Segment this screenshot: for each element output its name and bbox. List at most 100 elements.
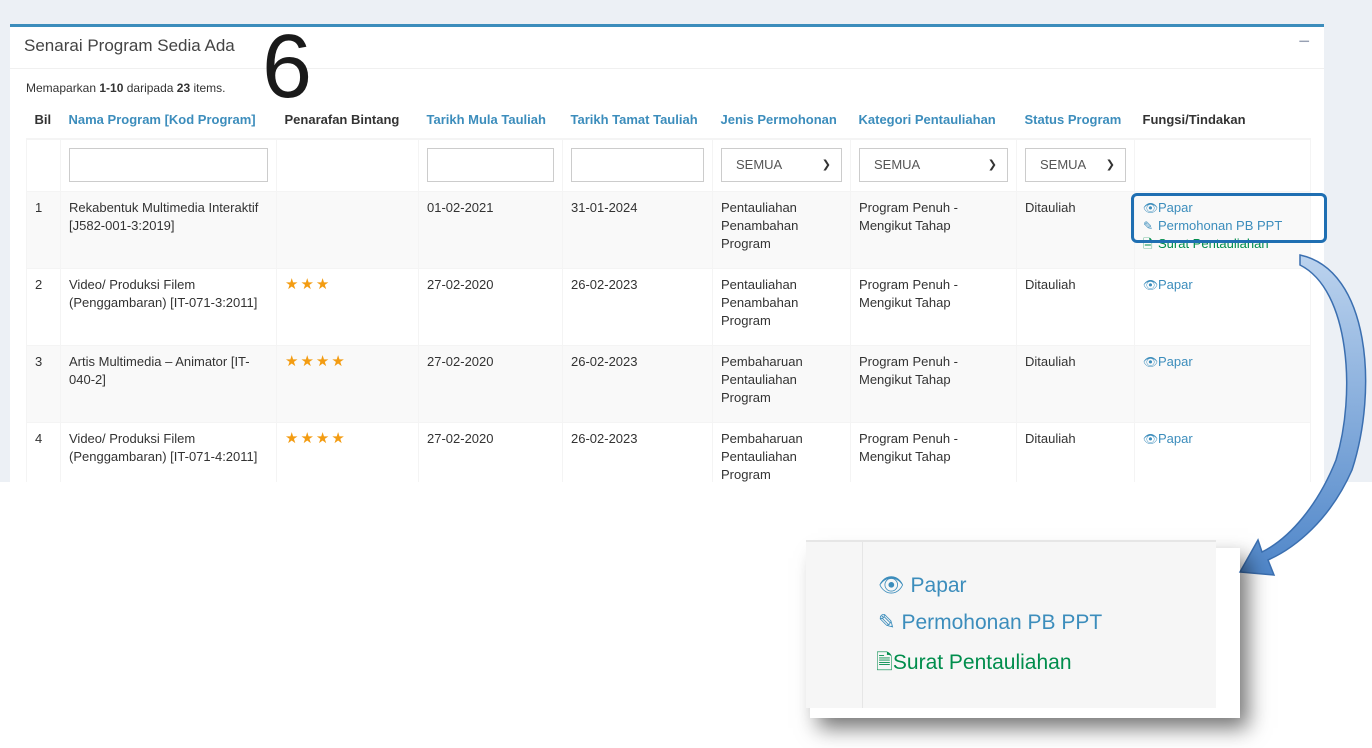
cell-mula: 01-02-2021 <box>418 190 563 269</box>
cell-nama: Video/ Produksi Filem (Penggambaran) [IT… <box>60 421 277 482</box>
cell-status: Ditauliah <box>1016 190 1135 269</box>
header-bil: Bil <box>26 101 61 140</box>
cell-bil: 2 <box>26 267 61 346</box>
filter-kategori-value: SEMUA <box>874 157 921 173</box>
panel-title: Senarai Program Sedia Ada <box>24 36 235 55</box>
cell-kategori: Program Penuh - Mengikut Tahap <box>850 344 1017 423</box>
filter-status-select[interactable]: SEMUA ❯ <box>1025 148 1126 183</box>
star-icon: ★ <box>300 275 316 293</box>
star-rating: ★★★ <box>285 276 331 293</box>
papar-link[interactable]: 👁Papar <box>1143 430 1302 448</box>
star-icon: ★ <box>285 275 301 293</box>
papar-link[interactable]: 👁Papar <box>1143 353 1302 371</box>
cell-tamat: 31-01-2024 <box>562 190 713 269</box>
cell-tamat: 26-02-2023 <box>562 421 713 482</box>
header-nama-program[interactable]: Nama Program [Kod Program] <box>60 101 277 140</box>
collapse-button[interactable]: − <box>1298 31 1310 54</box>
star-rating: ★★★★ <box>285 430 347 447</box>
header-fungsi: Fungsi/Tindakan <box>1134 101 1311 140</box>
pencil-icon: ✎ <box>878 611 896 634</box>
chevron-down-icon: ❯ <box>821 159 831 172</box>
cell-kategori: Program Penuh - Mengikut Tahap <box>850 421 1017 482</box>
summary-suffix: items. <box>190 81 226 95</box>
zoom-papar-link[interactable]: 👁 Papar <box>878 574 967 598</box>
cell-jenis: Pentauliahan Penambahan Program <box>712 267 851 346</box>
cell-mula: 27-02-2020 <box>418 344 563 423</box>
cell-jenis: Pembaharuan Pentauliahan Program <box>712 344 851 423</box>
zoom-surat-link[interactable]: 🗎Surat Pentauliahan <box>876 648 1072 683</box>
header-jenis-permohonan[interactable]: Jenis Permohonan <box>712 101 851 140</box>
filter-cell: SEMUA ❯ <box>712 138 851 192</box>
filter-nama-input[interactable] <box>69 148 268 183</box>
cell-stars: ★★★ <box>276 267 419 346</box>
zoom-column-divider <box>862 542 863 708</box>
cell-jenis: Pentauliahan Penambahan Program <box>712 190 851 269</box>
header-status[interactable]: Status Program <box>1016 101 1135 140</box>
cell-mula: 27-02-2020 <box>418 421 563 482</box>
zoomed-actions-callout: 👁 Papar ✎ Permohonan PB PPT 🗎Surat Penta… <box>806 540 1216 708</box>
filter-kategori-select[interactable]: SEMUA ❯ <box>859 148 1008 183</box>
eye-icon: 👁 <box>1143 354 1159 369</box>
table-row: 2 Video/ Produksi Filem (Penggambaran) [… <box>26 267 1311 346</box>
star-icon: ★ <box>331 429 347 447</box>
step-number-annotation: 6 <box>262 17 313 117</box>
page-background-right <box>1324 0 1372 482</box>
cell-nama: Rekabentuk Multimedia Interaktif [J582-0… <box>60 190 277 269</box>
cell-bil: 1 <box>26 190 61 269</box>
papar-label: Papar <box>1158 430 1193 446</box>
page-background-top <box>0 0 1372 24</box>
star-icon: ★ <box>315 352 332 370</box>
filter-cell <box>418 138 563 192</box>
cell-bil: 3 <box>26 344 61 423</box>
table-row: 1 Rekabentuk Multimedia Interaktif [J582… <box>26 190 1311 269</box>
panel-header: Senarai Program Sedia Ada − <box>10 27 1324 69</box>
filter-cell-empty <box>1134 138 1311 192</box>
papar-link[interactable]: 👁Papar <box>1143 276 1302 294</box>
header-tarikh-tamat[interactable]: Tarikh Tamat Tauliah <box>562 101 713 140</box>
table-header-row: Bil Nama Program [Kod Program] Penarafan… <box>26 101 1311 140</box>
cell-status: Ditauliah <box>1016 267 1135 346</box>
filter-status-value: SEMUA <box>1040 157 1087 173</box>
star-icon: ★ <box>315 275 332 293</box>
cell-status: Ditauliah <box>1016 421 1135 482</box>
filter-cell <box>562 138 713 192</box>
program-list-panel: Senarai Program Sedia Ada − Memaparkan 1… <box>10 24 1324 482</box>
program-table: Bil Nama Program [Kod Program] Penarafan… <box>26 101 1311 482</box>
document-icon: 🗎 <box>876 651 893 674</box>
filter-cell: SEMUA ❯ <box>1016 138 1135 192</box>
pagination-summary: Memaparkan 1-10 daripada 23 items. <box>26 81 225 95</box>
cell-stars <box>276 190 419 269</box>
filter-tarikh-tamat-input[interactable] <box>571 148 704 183</box>
cell-kategori: Program Penuh - Mengikut Tahap <box>850 267 1017 346</box>
summary-total: 23 <box>176 81 191 95</box>
zoom-permohonan-link[interactable]: ✎ Permohonan PB PPT <box>878 610 1102 635</box>
cell-actions: 👁Papar <box>1134 344 1311 423</box>
cell-bil: 4 <box>26 421 61 482</box>
eye-icon: 👁 <box>1143 277 1159 292</box>
cell-actions: 👁Papar <box>1134 421 1311 482</box>
filter-jenis-select[interactable]: SEMUA ❯ <box>721 148 842 183</box>
star-icon: ★ <box>300 429 316 447</box>
filter-cell-empty <box>276 138 419 192</box>
summary-range: 1-10 <box>99 81 124 95</box>
cell-nama: Artis Multimedia – Animator [IT-040-2] <box>60 344 277 423</box>
star-icon: ★ <box>331 352 347 370</box>
filter-cell: SEMUA ❯ <box>850 138 1017 192</box>
star-rating: ★★★★ <box>285 353 347 370</box>
cell-stars: ★★★★ <box>276 344 419 423</box>
header-kategori[interactable]: Kategori Pentauliahan <box>850 101 1017 140</box>
filter-cell-empty <box>26 138 61 192</box>
cell-stars: ★★★★ <box>276 421 419 482</box>
cell-tamat: 26-02-2023 <box>562 344 713 423</box>
filter-cell <box>60 138 277 192</box>
cell-status: Ditauliah <box>1016 344 1135 423</box>
cell-tamat: 26-02-2023 <box>562 267 713 346</box>
filter-row: SEMUA ❯ SEMUA ❯ SEMUA ❯ <box>26 138 1311 192</box>
cell-mula: 27-02-2020 <box>418 267 563 346</box>
zoom-papar-label: Papar <box>910 574 967 597</box>
cell-nama: Video/ Produksi Filem (Penggambaran) [IT… <box>60 267 277 346</box>
header-tarikh-mula[interactable]: Tarikh Mula Tauliah <box>418 101 563 140</box>
cell-jenis: Pembaharuan Pentauliahan Program <box>712 421 851 482</box>
star-icon: ★ <box>285 352 301 370</box>
filter-tarikh-mula-input[interactable] <box>427 148 554 183</box>
